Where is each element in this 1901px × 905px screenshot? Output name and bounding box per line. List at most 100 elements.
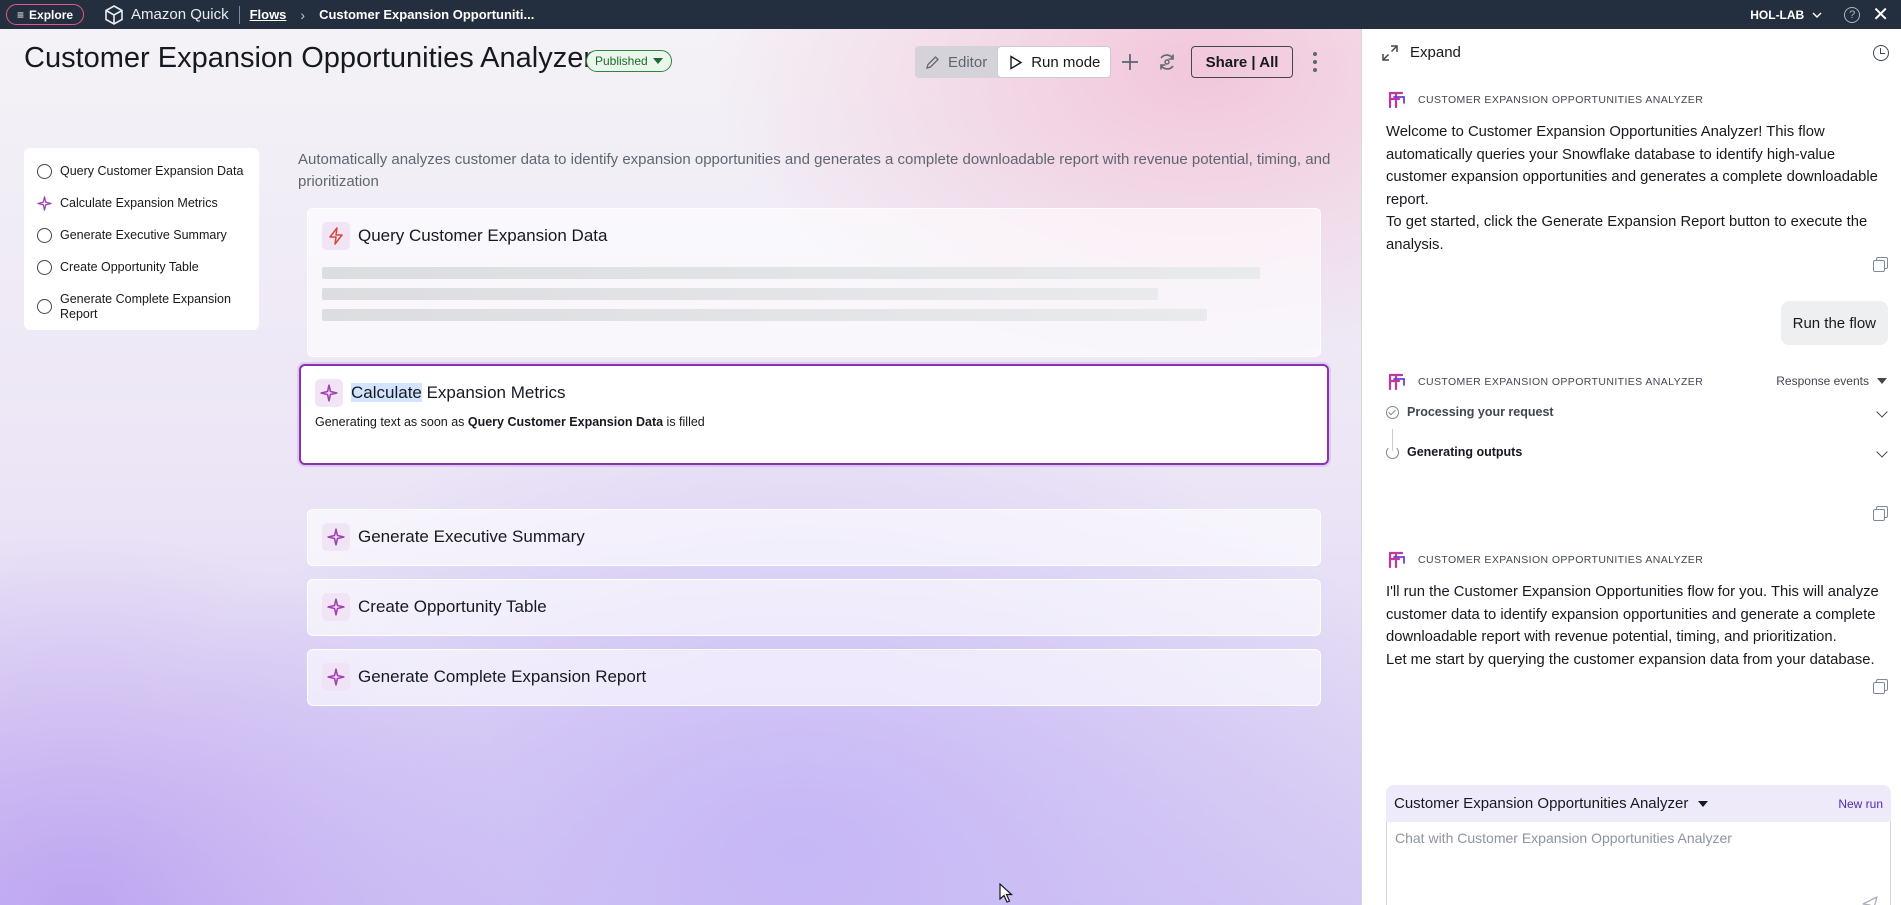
step-nav-item-report[interactable]: Generate Complete Expansion Report <box>24 287 259 327</box>
response-events-toggle[interactable]: Response events <box>1776 374 1887 388</box>
brand[interactable]: Amazon Quick <box>104 4 229 25</box>
explore-button[interactable]: ≡ Explore <box>6 4 85 25</box>
caret-down-icon[interactable] <box>1698 800 1709 807</box>
chevron-right-icon: › <box>300 6 306 23</box>
step-title: Generate Executive Summary <box>358 527 585 546</box>
step-card-table[interactable]: Create Opportunity Table <box>307 579 1321 636</box>
message-text: I'll run the Customer Expansion Opportun… <box>1386 584 1879 645</box>
chevron-down-icon <box>1876 406 1888 418</box>
copy-icon[interactable] <box>1873 257 1888 272</box>
step-nav-item-table[interactable]: Create Opportunity Table <box>24 255 259 287</box>
history-icon[interactable] <box>1873 45 1889 61</box>
refresh-icon[interactable] <box>1153 48 1181 76</box>
chat-panel: Expand CUSTOMER EXPANSION OPPORTUNITIES … <box>1361 29 1901 905</box>
sparkle-icon <box>322 663 350 691</box>
status-prefix: Generating text as soon as <box>315 415 468 429</box>
top-bar: ≡ Explore Amazon Quick Flows › Customer … <box>0 0 1901 29</box>
expand-button[interactable]: Expand <box>1382 44 1461 61</box>
caret-down-icon <box>652 58 663 64</box>
sparkle-icon <box>37 196 52 211</box>
run-mode-label: Run mode <box>1031 53 1101 71</box>
step-nav-label: Create Opportunity Table <box>60 260 199 274</box>
editor-button[interactable]: Editor <box>915 46 997 78</box>
help-icon[interactable]: ? <box>1844 6 1861 23</box>
expand-label: Expand <box>1410 44 1461 61</box>
lightning-icon <box>322 222 350 250</box>
flow-description: Automatically analyzes customer data to … <box>298 151 1331 190</box>
status-suffix: is filled <box>663 415 705 429</box>
step-title: Calculate Expansion Metrics <box>351 383 566 403</box>
caret-down-icon <box>1877 378 1887 384</box>
loading-skeleton-line <box>322 267 1260 279</box>
account-menu[interactable]: HOL-LAB <box>1750 8 1822 22</box>
step-card-report[interactable]: Generate Complete Expansion Report <box>307 649 1321 706</box>
account-name: HOL-LAB <box>1750 7 1805 22</box>
mouse-cursor-icon <box>999 883 1013 903</box>
step-nav-item-calculate[interactable]: Calculate Expansion Metrics <box>24 191 259 223</box>
flow-editor-area: Customer Expansion Opportunities Analyze… <box>0 29 1361 905</box>
step-nav-label: Calculate Expansion Metrics <box>60 196 218 210</box>
send-icon[interactable] <box>1862 896 1878 905</box>
breadcrumb-current: Customer Expansion Opportuniti... <box>319 7 535 22</box>
menu-icon: ≡ <box>17 7 25 22</box>
message-text: To get started, click the Generate Expan… <box>1386 214 1868 253</box>
copy-icon[interactable] <box>1873 679 1888 694</box>
share-button[interactable]: Share | All <box>1191 46 1293 78</box>
add-icon[interactable] <box>1116 48 1144 76</box>
empty-circle-icon <box>37 299 52 314</box>
step-card-summary[interactable]: Generate Executive Summary <box>307 509 1321 566</box>
empty-circle-icon <box>37 260 52 275</box>
amazon-quick-logo-icon <box>105 4 123 25</box>
close-icon[interactable]: ✕ <box>1872 5 1889 25</box>
loading-skeleton-line <box>322 309 1207 321</box>
step-nav-label: Query Customer Expansion Data <box>60 164 244 178</box>
copy-icon[interactable] <box>1873 506 1888 521</box>
empty-circle-icon <box>37 228 52 243</box>
step-status-text: Generating text as soon as Query Custome… <box>301 415 1327 429</box>
empty-circle-icon <box>37 164 52 179</box>
step-navigator: Query Customer Expansion Data Calculate … <box>24 148 259 330</box>
step-title: Create Opportunity Table <box>358 597 547 616</box>
divider <box>238 5 240 24</box>
explore-label: Explore <box>29 7 74 22</box>
pencil-icon <box>926 55 939 69</box>
mode-toggle: Editor Run mode <box>915 46 1112 78</box>
composer-header: Customer Expansion Opportunities Analyze… <box>1386 785 1891 822</box>
editor-label: Editor <box>948 53 988 71</box>
event-generating[interactable]: Generating outputs <box>1386 445 1888 459</box>
agent-logo-icon <box>1388 91 1405 109</box>
page-title: Customer Expansion Opportunities Analyze… <box>24 42 594 74</box>
event-label: Generating outputs <box>1407 445 1523 459</box>
agent-selector[interactable]: Customer Expansion Opportunities Analyze… <box>1394 795 1688 812</box>
new-run-link[interactable]: New run <box>1838 797 1883 811</box>
step-nav-label: Generate Complete Expansion Report <box>60 292 231 321</box>
chat-input[interactable]: Chat with Customer Expansion Opportuniti… <box>1386 822 1891 905</box>
breadcrumb-flows-link[interactable]: Flows <box>250 7 287 22</box>
status-badge[interactable]: Published <box>586 50 672 72</box>
sparkle-icon <box>322 593 350 621</box>
step-card-query[interactable]: Query Customer Expansion Data <box>307 208 1321 357</box>
agent-message: CUSTOMER EXPANSION OPPORTUNITIES ANALYZE… <box>1386 549 1886 671</box>
response-events-label: Response events <box>1776 374 1869 388</box>
step-nav-item-query[interactable]: Query Customer Expansion Data <box>24 159 259 191</box>
expand-icon <box>1382 44 1398 61</box>
sparkle-icon <box>322 523 350 551</box>
spinner-icon <box>1386 445 1399 459</box>
brand-name: Amazon Quick <box>131 6 229 23</box>
step-nav-item-summary[interactable]: Generate Executive Summary <box>24 223 259 255</box>
play-icon <box>1010 54 1023 70</box>
agent-name: CUSTOMER EXPANSION OPPORTUNITIES ANALYZE… <box>1418 554 1704 566</box>
step-title-rest: Expansion Metrics <box>421 383 566 402</box>
run-mode-button[interactable]: Run mode <box>997 46 1112 78</box>
sparkle-icon <box>315 379 343 407</box>
more-options-icon[interactable] <box>1305 48 1325 76</box>
chat-input-placeholder: Chat with Customer Expansion Opportuniti… <box>1395 830 1732 846</box>
message-text: Welcome to Customer Expansion Opportunit… <box>1386 124 1878 208</box>
step-nav-label: Generate Executive Summary <box>60 228 227 242</box>
user-message: Run the flow <box>1780 301 1888 345</box>
step-card-calculate[interactable]: Calculate Expansion Metrics Generating t… <box>299 364 1329 465</box>
agent-logo-icon <box>1388 373 1405 391</box>
chat-composer: Customer Expansion Opportunities Analyze… <box>1386 785 1891 905</box>
event-processing[interactable]: Processing your request <box>1386 405 1888 419</box>
step-title: Generate Complete Expansion Report <box>358 667 647 686</box>
